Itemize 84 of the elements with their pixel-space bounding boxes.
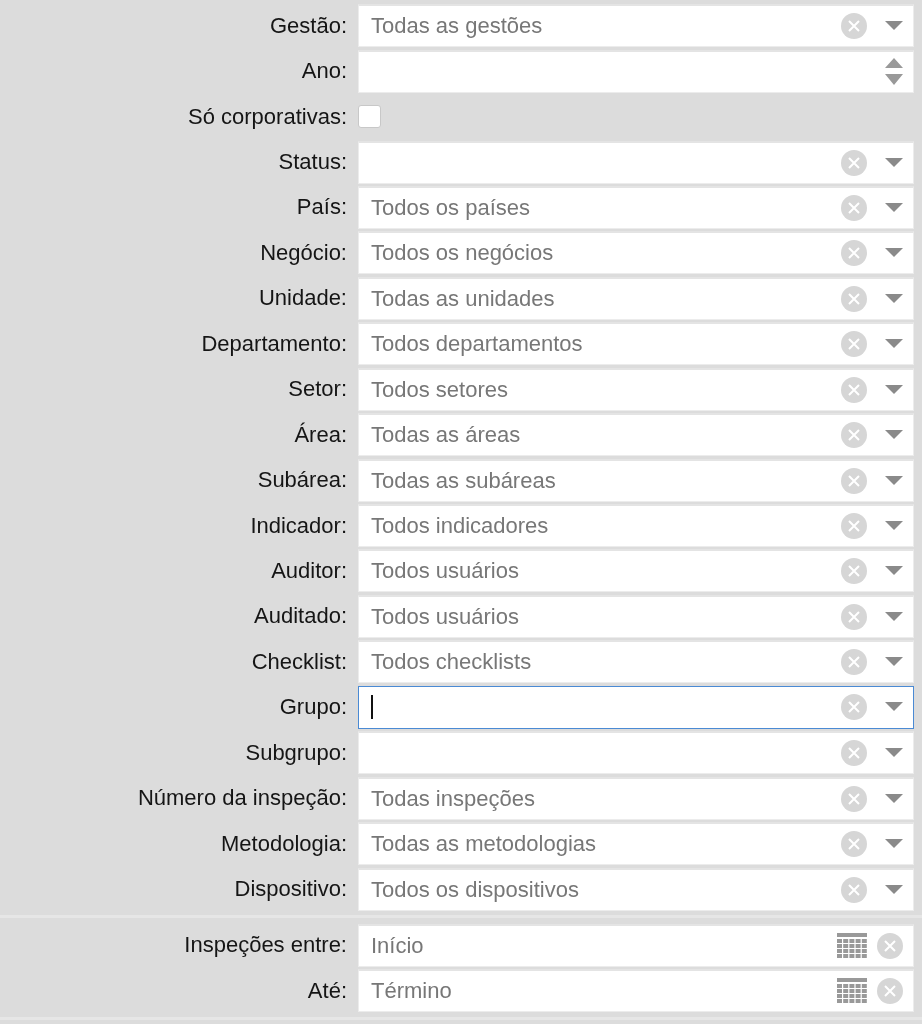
field-label: Área: (293, 421, 348, 448)
select-field[interactable]: Todas as subáreas (358, 458, 914, 502)
clear-icon[interactable] (841, 740, 867, 767)
select-field[interactable]: Todos usuários (358, 549, 914, 593)
clear-icon[interactable] (841, 831, 867, 858)
field-label: Indicador: (249, 512, 348, 539)
dropdown-caret-icon[interactable] (885, 293, 903, 304)
select-field[interactable]: Todas as áreas (358, 413, 914, 457)
field-label: Subgrupo: (244, 739, 348, 766)
calendar-icon[interactable] (837, 932, 867, 959)
field-label: Número da inspeção: (136, 785, 348, 812)
field-label: Metodologia: (220, 830, 348, 857)
clear-icon[interactable] (841, 194, 867, 221)
dropdown-caret-icon[interactable] (885, 475, 903, 486)
checkbox[interactable] (358, 105, 381, 129)
clear-icon[interactable] (841, 285, 867, 312)
dropdown-caret-icon[interactable] (885, 21, 903, 32)
dropdown-caret-icon[interactable] (885, 611, 903, 622)
dropdown-caret-icon[interactable] (885, 793, 903, 804)
select-field[interactable]: Todas as gestões (358, 4, 914, 48)
select-field[interactable]: Todos usuários (358, 594, 914, 638)
select-field[interactable]: Todas inspeções (358, 776, 914, 820)
field-label: Subárea: (256, 467, 348, 494)
clear-icon[interactable] (841, 467, 867, 494)
field-label: Unidade: (257, 285, 348, 312)
dropdown-caret-icon[interactable] (885, 430, 903, 441)
field-label: Dispositivo: (233, 876, 348, 903)
field-label: Grupo: (278, 694, 348, 721)
clear-icon[interactable] (841, 240, 867, 267)
dropdown-caret-icon[interactable] (885, 839, 903, 850)
select-field[interactable]: Todos os negócios (358, 231, 914, 275)
dropdown-caret-icon[interactable] (885, 657, 903, 668)
clear-icon[interactable] (841, 422, 867, 449)
clear-icon[interactable] (841, 13, 867, 40)
select-field[interactable]: Todas as metodologias (358, 822, 914, 866)
spinner-arrows-icon[interactable] (885, 57, 903, 86)
field-label: Status: (277, 149, 348, 176)
field-label: Ano: (300, 58, 348, 85)
text-cursor (371, 695, 373, 720)
clear-icon[interactable] (841, 603, 867, 630)
dropdown-caret-icon[interactable] (885, 202, 903, 213)
field-label: Departamento: (200, 330, 348, 357)
clear-icon[interactable] (841, 513, 867, 540)
dropdown-caret-icon[interactable] (885, 339, 903, 350)
dropdown-caret-icon[interactable] (885, 384, 903, 395)
clear-icon[interactable] (841, 558, 867, 585)
dropdown-caret-icon[interactable] (885, 521, 903, 532)
field-label: Só corporativas: (187, 103, 348, 130)
clear-icon[interactable] (841, 331, 867, 358)
field-label: Auditado: (253, 603, 348, 630)
dropdown-caret-icon[interactable] (885, 157, 903, 168)
select-field[interactable]: Todas as unidades (358, 276, 914, 320)
field-label: Inspeções entre: (183, 932, 348, 959)
date-field[interactable]: Início (358, 923, 914, 967)
field-label: Gestão: (268, 12, 348, 39)
select-field[interactable]: Todos os países (358, 185, 914, 229)
dropdown-caret-icon[interactable] (885, 566, 903, 577)
dropdown-caret-icon[interactable] (885, 884, 903, 895)
field-label: Auditor: (270, 557, 348, 584)
field-label: Negócio: (259, 239, 348, 266)
field-label: País: (295, 194, 348, 221)
clear-icon[interactable] (841, 876, 867, 903)
clear-icon[interactable] (877, 978, 903, 1005)
field-label: Setor: (287, 376, 348, 403)
clear-icon[interactable] (841, 649, 867, 676)
select-field[interactable]: Todos setores (358, 367, 914, 411)
clear-icon[interactable] (841, 694, 867, 721)
field-label: Até: (306, 977, 348, 1004)
number-field[interactable] (358, 49, 914, 93)
clear-icon[interactable] (841, 149, 867, 176)
dropdown-caret-icon[interactable] (885, 248, 903, 259)
dropdown-caret-icon[interactable] (885, 702, 903, 713)
date-field[interactable]: Término (358, 969, 914, 1013)
calendar-icon[interactable] (837, 978, 867, 1005)
select-field[interactable]: Todos os dispositivos (358, 867, 914, 911)
select-field[interactable] (358, 685, 914, 729)
dropdown-caret-icon[interactable] (885, 748, 903, 759)
select-field[interactable]: Todos checklists (358, 640, 914, 684)
clear-icon[interactable] (841, 376, 867, 403)
field-label: Checklist: (250, 648, 348, 675)
select-field[interactable]: Todos departamentos (358, 322, 914, 366)
clear-icon[interactable] (877, 932, 903, 959)
clear-icon[interactable] (841, 785, 867, 812)
select-field[interactable]: Todos indicadores (358, 504, 914, 548)
